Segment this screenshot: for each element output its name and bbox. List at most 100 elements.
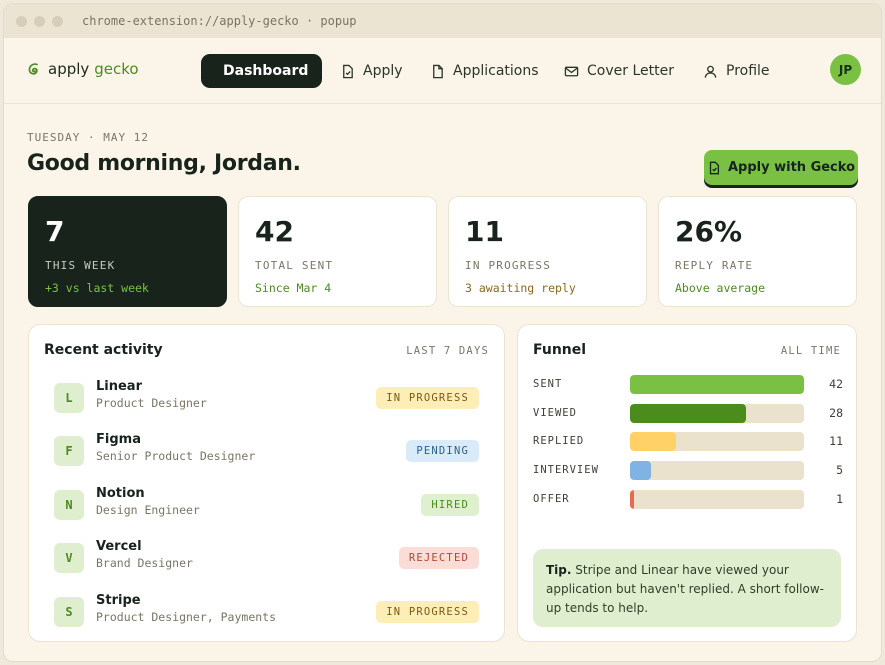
browser-titlebar: chrome-extension://apply-gecko · popup (4, 4, 881, 38)
activity-row[interactable]: F Figma Senior Product Designer PENDING (54, 430, 479, 470)
stat-value: 11 (465, 215, 504, 248)
user-icon (704, 65, 717, 78)
funnel-track (630, 375, 804, 394)
status-badge: IN PROGRESS (376, 601, 479, 623)
nav-dashboard-label: Dashboard (223, 63, 309, 79)
funnel-row: REPLIED 11 (533, 432, 843, 452)
funnel-row: INTERVIEW 5 (533, 461, 843, 481)
funnel-track (630, 461, 804, 480)
funnel-row: SENT 42 (533, 375, 843, 395)
stat-card-this-week: 7 THIS WEEK +3 vs last week (28, 196, 227, 307)
stat-value: 42 (255, 215, 294, 248)
recent-activity-title: Recent activity (44, 342, 163, 358)
funnel-count: 1 (836, 492, 843, 506)
window-minimize-dot[interactable] (34, 15, 45, 27)
nav-applications[interactable]: Applications (416, 54, 553, 88)
funnel-bar (630, 432, 676, 451)
status-badge: REJECTED (398, 547, 479, 569)
funnel-bar (630, 461, 651, 480)
nav-profile-label: Profile (726, 63, 770, 79)
stat-label: THIS WEEK (45, 259, 116, 272)
user-avatar[interactable]: JP (830, 54, 861, 85)
company-name: Stripe (96, 593, 141, 608)
status-badge: HIRED (421, 494, 479, 516)
window-maximize-dot[interactable] (52, 15, 63, 27)
stat-sub: Since Mar 4 (255, 281, 332, 295)
date-label: TUESDAY · MAY 12 (27, 131, 149, 144)
stat-sub: Above average (675, 281, 766, 295)
activity-row[interactable]: N Notion Design Engineer HIRED (54, 484, 479, 524)
funnel-title: Funnel (533, 342, 587, 358)
company-initial: V (54, 543, 84, 573)
funnel-stage-label: REPLIED (533, 435, 585, 447)
nav-cover-letter[interactable]: Cover Letter (550, 54, 688, 88)
apply-with-gecko-label: Apply with Gecko (727, 160, 855, 175)
apply-with-gecko-button[interactable]: Apply with Gecko (704, 150, 858, 185)
company-initial: N (54, 490, 84, 520)
stat-card-reply-rate: 26% REPLY RATE Above average (658, 196, 857, 307)
tip-box: Tip. Stripe and Linear have viewed your … (533, 549, 841, 627)
role-title: Senior Product Designer (96, 449, 256, 463)
funnel-count: 11 (829, 434, 843, 448)
activity-row[interactable]: V Vercel Brand Designer REJECTED (54, 537, 479, 577)
file-check-icon (709, 161, 720, 174)
role-title: Product Designer (96, 396, 207, 410)
stat-label: IN PROGRESS (465, 259, 552, 272)
brand-name-gecko: gecko (94, 60, 139, 78)
funnel-stage-label: SENT (533, 378, 563, 390)
window-close-dot[interactable] (16, 15, 27, 27)
funnel-row: OFFER 1 (533, 490, 843, 510)
company-name: Linear (96, 379, 142, 394)
funnel-track (630, 404, 804, 423)
company-initial: F (54, 436, 84, 466)
status-badge: IN PROGRESS (376, 387, 479, 409)
role-title: Product Designer, Payments (96, 610, 277, 624)
company-initial: L (54, 383, 84, 413)
funnel-range: ALL TIME (780, 345, 841, 357)
stat-sub: 3 awaiting reply (465, 281, 576, 295)
stat-card-in-progress: 11 IN PROGRESS 3 awaiting reply (448, 196, 647, 307)
status-badge: PENDING (406, 440, 479, 462)
company-name: Notion (96, 486, 145, 501)
mail-icon (564, 66, 579, 76)
stat-label: TOTAL SENT (255, 259, 334, 272)
role-title: Brand Designer (96, 556, 193, 570)
funnel-count: 5 (836, 463, 843, 477)
activity-row[interactable]: L Linear Product Designer IN PROGRESS (54, 377, 479, 417)
gecko-logo-icon (28, 63, 38, 75)
activity-row[interactable]: S Stripe Product Designer, Payments IN P… (54, 591, 479, 631)
stat-value: 7 (45, 215, 65, 248)
funnel-bar (630, 375, 804, 394)
funnel-stage-label: OFFER (533, 493, 570, 505)
brand-name-apply: apply (48, 60, 90, 78)
recent-activity-range: LAST 7 DAYS (406, 345, 489, 357)
nav-cover-letter-label: Cover Letter (587, 63, 674, 79)
funnel-stage-label: VIEWED (533, 407, 577, 419)
top-nav: apply gecko Dashboard Apply Applications (4, 38, 881, 104)
nav-apply[interactable]: Apply (326, 54, 417, 88)
funnel-row: VIEWED 28 (533, 404, 843, 424)
stat-value: 26% (675, 215, 743, 248)
funnel-bar (630, 404, 746, 423)
tip-text: Stripe and Linear have viewed your appli… (546, 563, 824, 615)
file-check-icon (343, 64, 353, 78)
funnel-stage-label: INTERVIEW (533, 464, 599, 476)
funnel-count: 42 (829, 377, 843, 391)
role-title: Design Engineer (96, 503, 200, 517)
funnel-bar (630, 490, 635, 509)
brand-logo[interactable]: apply gecko (26, 60, 139, 78)
funnel-count: 28 (829, 406, 843, 420)
stat-label: REPLY RATE (675, 259, 754, 272)
nav-apply-label: Apply (363, 63, 403, 79)
recent-activity-panel: Recent activity LAST 7 DAYS L Linear Pro… (28, 324, 505, 642)
company-name: Figma (96, 432, 141, 447)
nav-dashboard[interactable]: Dashboard (201, 54, 322, 88)
stat-sub: +3 vs last week (45, 281, 149, 295)
popup-window: chrome-extension://apply-gecko · popup a… (3, 3, 882, 662)
file-icon (433, 64, 443, 78)
funnel-panel: Funnel ALL TIME SENT 42 VIEWED 28 REPLIE… (517, 324, 857, 642)
stat-card-total-sent: 42 TOTAL SENT Since Mar 4 (238, 196, 437, 307)
nav-profile[interactable]: Profile (689, 54, 784, 88)
url-text: chrome-extension://apply-gecko · popup (82, 14, 357, 28)
funnel-track (630, 490, 804, 509)
